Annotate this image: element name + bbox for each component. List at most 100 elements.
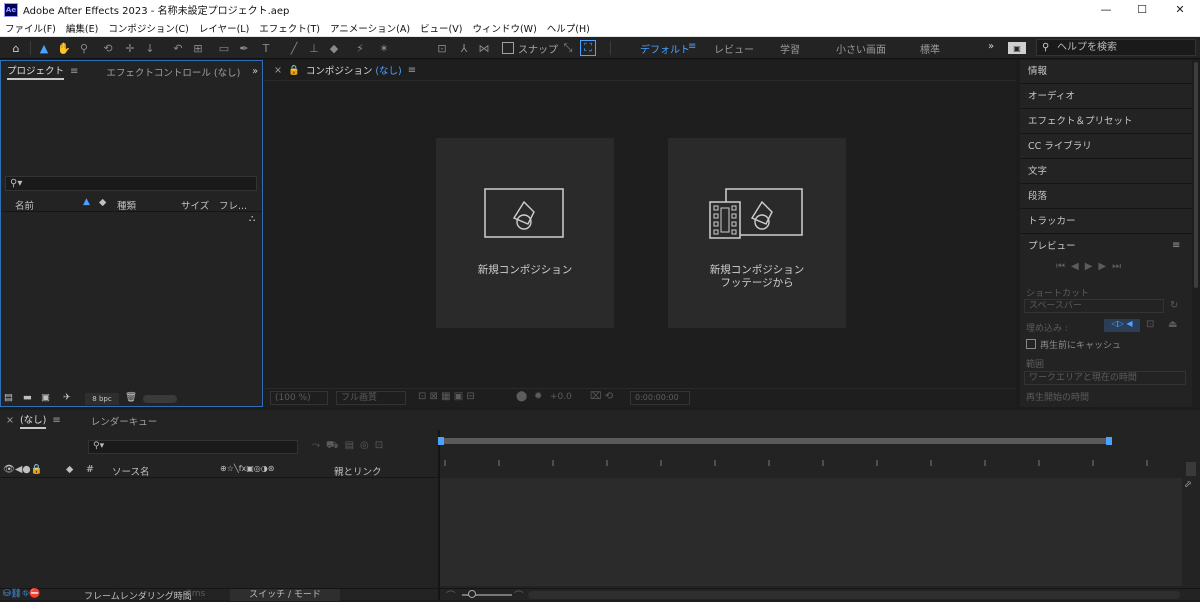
right-panel-scrollbar[interactable] — [1192, 60, 1200, 407]
panel-preview-title[interactable]: プレビュー — [1020, 235, 1192, 259]
snap-checkbox[interactable] — [502, 42, 514, 54]
minimize-button[interactable]: — — [1086, 0, 1126, 19]
timeline-track-area[interactable] — [440, 478, 1182, 586]
rectangle-tool-icon[interactable]: ▭ — [216, 40, 232, 56]
clone-stamp-tool-icon[interactable]: ⊥ — [306, 40, 322, 56]
lock-icon[interactable]: 🔒 — [288, 65, 300, 76]
timeline-horizontal-scroll[interactable] — [528, 591, 1180, 599]
panel-audio[interactable]: オーディオ — [1020, 85, 1192, 109]
region-of-interest-icon[interactable]: ⊡ ⊠ ▦ ▣ ⊟ — [418, 391, 475, 402]
column-size[interactable]: サイズ — [181, 198, 209, 212]
snap-options-icon[interactable]: ⤡ — [560, 40, 576, 56]
reset-icon[interactable]: ↻ — [1170, 300, 1178, 311]
label-tag-icon[interactable]: ◆ — [66, 464, 73, 475]
bpc-button[interactable]: 8 bpc — [85, 393, 119, 405]
close-tab-icon[interactable]: × — [274, 65, 282, 76]
menu-window[interactable]: ウィンドウ(W) — [467, 21, 541, 35]
cache-checkbox[interactable] — [1026, 339, 1036, 349]
pan-camera-icon[interactable]: ✛ — [122, 40, 138, 56]
exposure-value[interactable]: +0.0 — [550, 392, 572, 402]
column-type[interactable]: 種類 — [117, 198, 136, 212]
interpret-footage-icon[interactable]: ▤ — [4, 392, 13, 403]
panel-paragraph[interactable]: 段落 — [1020, 185, 1192, 209]
preview-menu-icon[interactable]: ≡ — [1172, 240, 1180, 251]
view-axis-icon[interactable]: ⋈ — [476, 40, 492, 56]
pan-behind-tool-icon[interactable]: ⊞ — [190, 40, 206, 56]
playback-controls-icon[interactable]: ⏮◀▶▶⏭ — [1056, 261, 1127, 272]
timeline-switches-icon[interactable]: ⤳⛟▤◎⊡ — [312, 440, 389, 453]
sort-ascending-icon[interactable]: ▲ — [83, 197, 90, 207]
zoom-slider-handle[interactable] — [468, 590, 476, 598]
menu-animation[interactable]: アニメーション(A) — [325, 21, 415, 35]
tab-timeline-none[interactable]: (なし) — [19, 412, 47, 429]
brush-tool-icon[interactable]: ╱ — [286, 40, 302, 56]
composition-panel-menu-icon[interactable]: ≡ — [408, 65, 416, 76]
column-name[interactable]: 名前 — [15, 198, 34, 212]
orbit-camera-icon[interactable]: ⟲ — [100, 40, 116, 56]
zoom-tool-icon[interactable]: ⚲ — [76, 40, 92, 56]
exposure-icon[interactable]: ✹ — [534, 391, 542, 402]
dolly-camera-icon[interactable]: ↓ — [142, 40, 158, 56]
puppet-tool-icon[interactable]: ✶ — [376, 40, 392, 56]
av-features-icon[interactable]: 👁◀●🔒 — [3, 464, 42, 475]
layer-switches-icon[interactable]: ⊕☆╲fx▣◎◑⊛ — [220, 464, 274, 473]
include-layer-controls-icon[interactable]: ⏏ — [1168, 319, 1177, 330]
timeline-search-input[interactable]: ⚲▾ — [88, 440, 298, 454]
maximize-button[interactable]: ☐ — [1122, 0, 1162, 19]
project-search-input[interactable]: ⚲▾ — [5, 176, 257, 191]
rotation-tool-icon[interactable]: ↶ — [170, 40, 186, 56]
menu-file[interactable]: ファイル(F) — [0, 21, 61, 35]
range-select[interactable]: ワークエリアと現在の時間 — [1024, 371, 1186, 385]
shortcut-select[interactable]: スペースバー — [1024, 299, 1164, 313]
panel-effects-presets[interactable]: エフェクト＆プリセット — [1020, 110, 1192, 134]
close-button[interactable]: ✕ — [1160, 0, 1200, 19]
current-time-display[interactable]: 0:00:00:00 — [630, 391, 690, 405]
scrollbar-thumb[interactable] — [1194, 62, 1198, 288]
timeline-menu-icon[interactable]: ≡ — [52, 415, 60, 426]
pen-tool-icon[interactable]: ✒ — [236, 40, 252, 56]
workspace-default[interactable]: デフォルト — [640, 41, 690, 56]
menu-layer[interactable]: レイヤー(L) — [194, 21, 254, 35]
panel-cc-libraries[interactable]: CC ライブラリ — [1020, 135, 1192, 159]
time-ruler[interactable] — [440, 454, 1180, 478]
work-area-start-handle[interactable] — [438, 437, 444, 445]
column-parent-link[interactable]: 親とリンク — [334, 464, 382, 478]
menu-composition[interactable]: コンポジション(C) — [103, 21, 194, 35]
world-axis-icon[interactable]: ⅄ — [456, 40, 472, 56]
home-icon[interactable]: ⌂ — [8, 40, 24, 56]
flowchart-icon[interactable]: ⛬ — [249, 214, 255, 224]
help-search-input[interactable]: ⚲ ヘルプを検索 — [1036, 39, 1196, 56]
include-overlays-icon[interactable]: ⊡ — [1146, 319, 1154, 330]
work-area-end-handle[interactable] — [1106, 437, 1112, 445]
magnification-select[interactable]: (100 %) — [270, 391, 328, 405]
panel-tracker[interactable]: トラッカー — [1020, 210, 1192, 234]
type-tool-icon[interactable]: T — [258, 40, 274, 56]
local-axis-icon[interactable]: ⊡ — [434, 40, 450, 56]
footer-toggle-icons[interactable]: ⛁⛓⛗⛔ — [3, 589, 40, 599]
hand-tool-icon[interactable]: ✋ — [56, 40, 72, 56]
tab-project[interactable]: プロジェクト — [7, 63, 65, 80]
include-video-audio-icon[interactable]: ◁▷ ◀ — [1104, 319, 1140, 332]
project-panel-menu-icon[interactable]: ≡ — [70, 66, 78, 77]
trash-icon[interactable]: 🗑 — [125, 392, 137, 403]
panel-character[interactable]: 文字 — [1020, 160, 1192, 184]
new-composition-card[interactable]: 新規コンポジション — [436, 138, 614, 328]
tab-composition-label[interactable]: コンポジション — [306, 63, 373, 77]
column-source-name[interactable]: ソース名 — [112, 464, 150, 478]
snap-feature-icon[interactable]: ⛶ — [580, 40, 596, 56]
workspace-standard[interactable]: 標準 — [920, 41, 940, 56]
project-scrollbar[interactable] — [143, 395, 177, 403]
tab-render-queue[interactable]: レンダーキュー — [91, 414, 158, 428]
workspace-learn[interactable]: 学習 — [780, 41, 800, 56]
comp-button-icon[interactable]: ⬀ — [1184, 480, 1192, 490]
timeline-vertical-scroll[interactable] — [1186, 462, 1196, 476]
workspace-menu-icon[interactable]: ≡ — [688, 41, 696, 52]
switch-mode-toggle[interactable]: スイッチ / モード — [230, 589, 340, 601]
workspace-review[interactable]: レビュー — [714, 41, 754, 56]
menu-effect[interactable]: エフェクト(T) — [254, 21, 325, 35]
workspace-more-icon[interactable]: » — [988, 41, 994, 52]
eraser-tool-icon[interactable]: ◆ — [326, 40, 342, 56]
project-panel-more-icon[interactable]: » — [252, 66, 258, 77]
workspace-small-screen[interactable]: 小さい画面 — [836, 41, 886, 56]
resolution-select[interactable]: フル画質 — [336, 391, 406, 405]
